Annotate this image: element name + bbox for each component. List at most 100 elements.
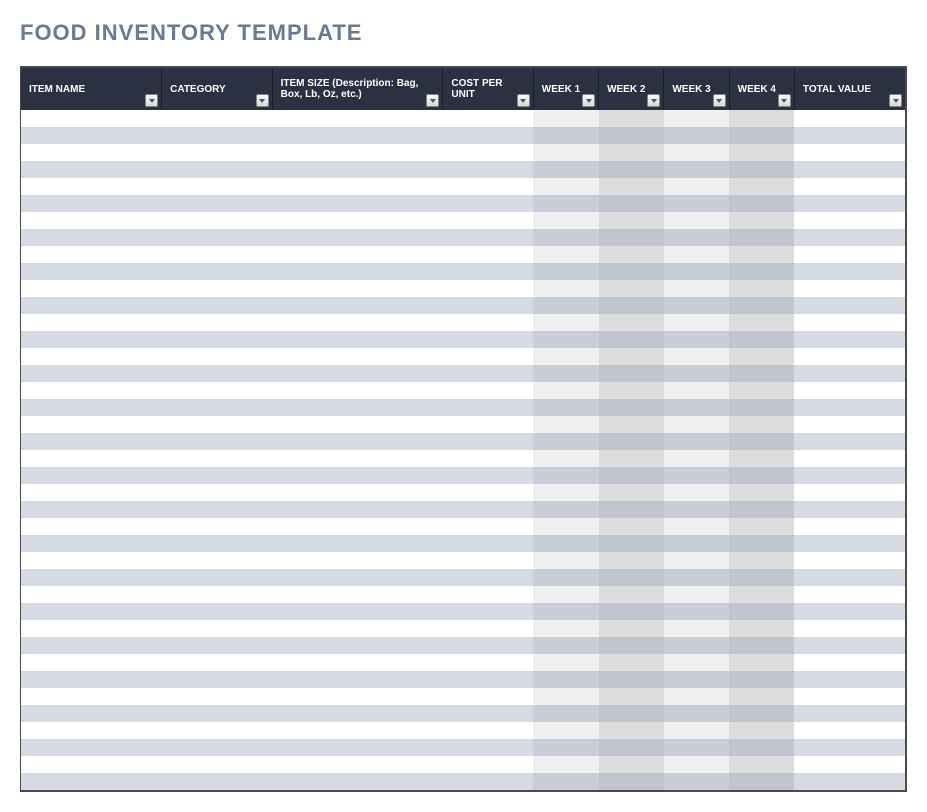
table-cell[interactable] — [794, 314, 905, 331]
table-cell[interactable] — [664, 263, 729, 280]
table-cell[interactable] — [794, 348, 905, 365]
table-cell[interactable] — [443, 586, 533, 603]
table-cell[interactable] — [664, 637, 729, 654]
table-cell[interactable] — [599, 144, 664, 161]
table-cell[interactable] — [162, 229, 273, 246]
table-cell[interactable] — [533, 671, 598, 688]
table-cell[interactable] — [794, 688, 905, 705]
table-cell[interactable] — [443, 603, 533, 620]
table-cell[interactable] — [664, 365, 729, 382]
table-cell[interactable] — [729, 722, 794, 739]
table-cell[interactable] — [443, 654, 533, 671]
table-cell[interactable] — [794, 229, 905, 246]
table-cell[interactable] — [533, 637, 598, 654]
table-cell[interactable] — [664, 739, 729, 756]
filter-dropdown-icon[interactable] — [647, 94, 660, 107]
table-cell[interactable] — [729, 773, 794, 790]
table-cell[interactable] — [533, 127, 598, 144]
table-cell[interactable] — [21, 280, 162, 297]
table-cell[interactable] — [599, 569, 664, 586]
table-cell[interactable] — [162, 671, 273, 688]
table-cell[interactable] — [664, 161, 729, 178]
table-cell[interactable] — [729, 178, 794, 195]
table-cell[interactable] — [443, 365, 533, 382]
table-cell[interactable] — [794, 773, 905, 790]
table-cell[interactable] — [162, 365, 273, 382]
table-cell[interactable] — [162, 348, 273, 365]
table-cell[interactable] — [162, 314, 273, 331]
table-cell[interactable] — [794, 518, 905, 535]
table-cell[interactable] — [21, 467, 162, 484]
table-cell[interactable] — [162, 739, 273, 756]
table-cell[interactable] — [162, 433, 273, 450]
table-cell[interactable] — [21, 348, 162, 365]
table-cell[interactable] — [599, 756, 664, 773]
filter-dropdown-icon[interactable] — [889, 94, 902, 107]
table-cell[interactable] — [599, 450, 664, 467]
table-cell[interactable] — [21, 722, 162, 739]
table-cell[interactable] — [729, 212, 794, 229]
table-cell[interactable] — [664, 178, 729, 195]
table-cell[interactable] — [664, 773, 729, 790]
table-cell[interactable] — [272, 501, 443, 518]
table-cell[interactable] — [443, 756, 533, 773]
table-cell[interactable] — [794, 705, 905, 722]
table-cell[interactable] — [729, 246, 794, 263]
table-cell[interactable] — [599, 246, 664, 263]
table-cell[interactable] — [162, 178, 273, 195]
table-cell[interactable] — [533, 739, 598, 756]
table-cell[interactable] — [599, 280, 664, 297]
table-cell[interactable] — [599, 535, 664, 552]
table-cell[interactable] — [443, 263, 533, 280]
table-cell[interactable] — [21, 399, 162, 416]
table-cell[interactable] — [664, 280, 729, 297]
table-cell[interactable] — [21, 382, 162, 399]
table-cell[interactable] — [21, 178, 162, 195]
table-cell[interactable] — [272, 620, 443, 637]
table-cell[interactable] — [162, 195, 273, 212]
table-cell[interactable] — [443, 212, 533, 229]
table-cell[interactable] — [162, 161, 273, 178]
table-cell[interactable] — [443, 314, 533, 331]
table-cell[interactable] — [21, 297, 162, 314]
table-cell[interactable] — [162, 773, 273, 790]
table-cell[interactable] — [794, 654, 905, 671]
table-cell[interactable] — [443, 280, 533, 297]
table-cell[interactable] — [794, 212, 905, 229]
table-cell[interactable] — [443, 178, 533, 195]
table-cell[interactable] — [533, 178, 598, 195]
table-cell[interactable] — [664, 569, 729, 586]
table-cell[interactable] — [729, 569, 794, 586]
table-cell[interactable] — [443, 552, 533, 569]
table-cell[interactable] — [794, 195, 905, 212]
table-cell[interactable] — [533, 280, 598, 297]
table-cell[interactable] — [272, 688, 443, 705]
table-cell[interactable] — [272, 399, 443, 416]
table-cell[interactable] — [162, 688, 273, 705]
table-cell[interactable] — [443, 450, 533, 467]
table-cell[interactable] — [729, 620, 794, 637]
table-cell[interactable] — [162, 399, 273, 416]
table-cell[interactable] — [599, 637, 664, 654]
table-cell[interactable] — [729, 739, 794, 756]
table-cell[interactable] — [21, 450, 162, 467]
table-cell[interactable] — [21, 110, 162, 127]
table-cell[interactable] — [729, 518, 794, 535]
table-cell[interactable] — [443, 382, 533, 399]
table-cell[interactable] — [272, 756, 443, 773]
table-cell[interactable] — [599, 297, 664, 314]
table-cell[interactable] — [729, 331, 794, 348]
table-cell[interactable] — [443, 433, 533, 450]
table-cell[interactable] — [21, 637, 162, 654]
table-cell[interactable] — [794, 671, 905, 688]
table-cell[interactable] — [533, 501, 598, 518]
table-cell[interactable] — [599, 314, 664, 331]
table-cell[interactable] — [664, 688, 729, 705]
table-cell[interactable] — [794, 722, 905, 739]
table-cell[interactable] — [21, 535, 162, 552]
table-cell[interactable] — [664, 756, 729, 773]
table-cell[interactable] — [729, 450, 794, 467]
table-cell[interactable] — [729, 399, 794, 416]
table-cell[interactable] — [729, 195, 794, 212]
table-cell[interactable] — [729, 161, 794, 178]
